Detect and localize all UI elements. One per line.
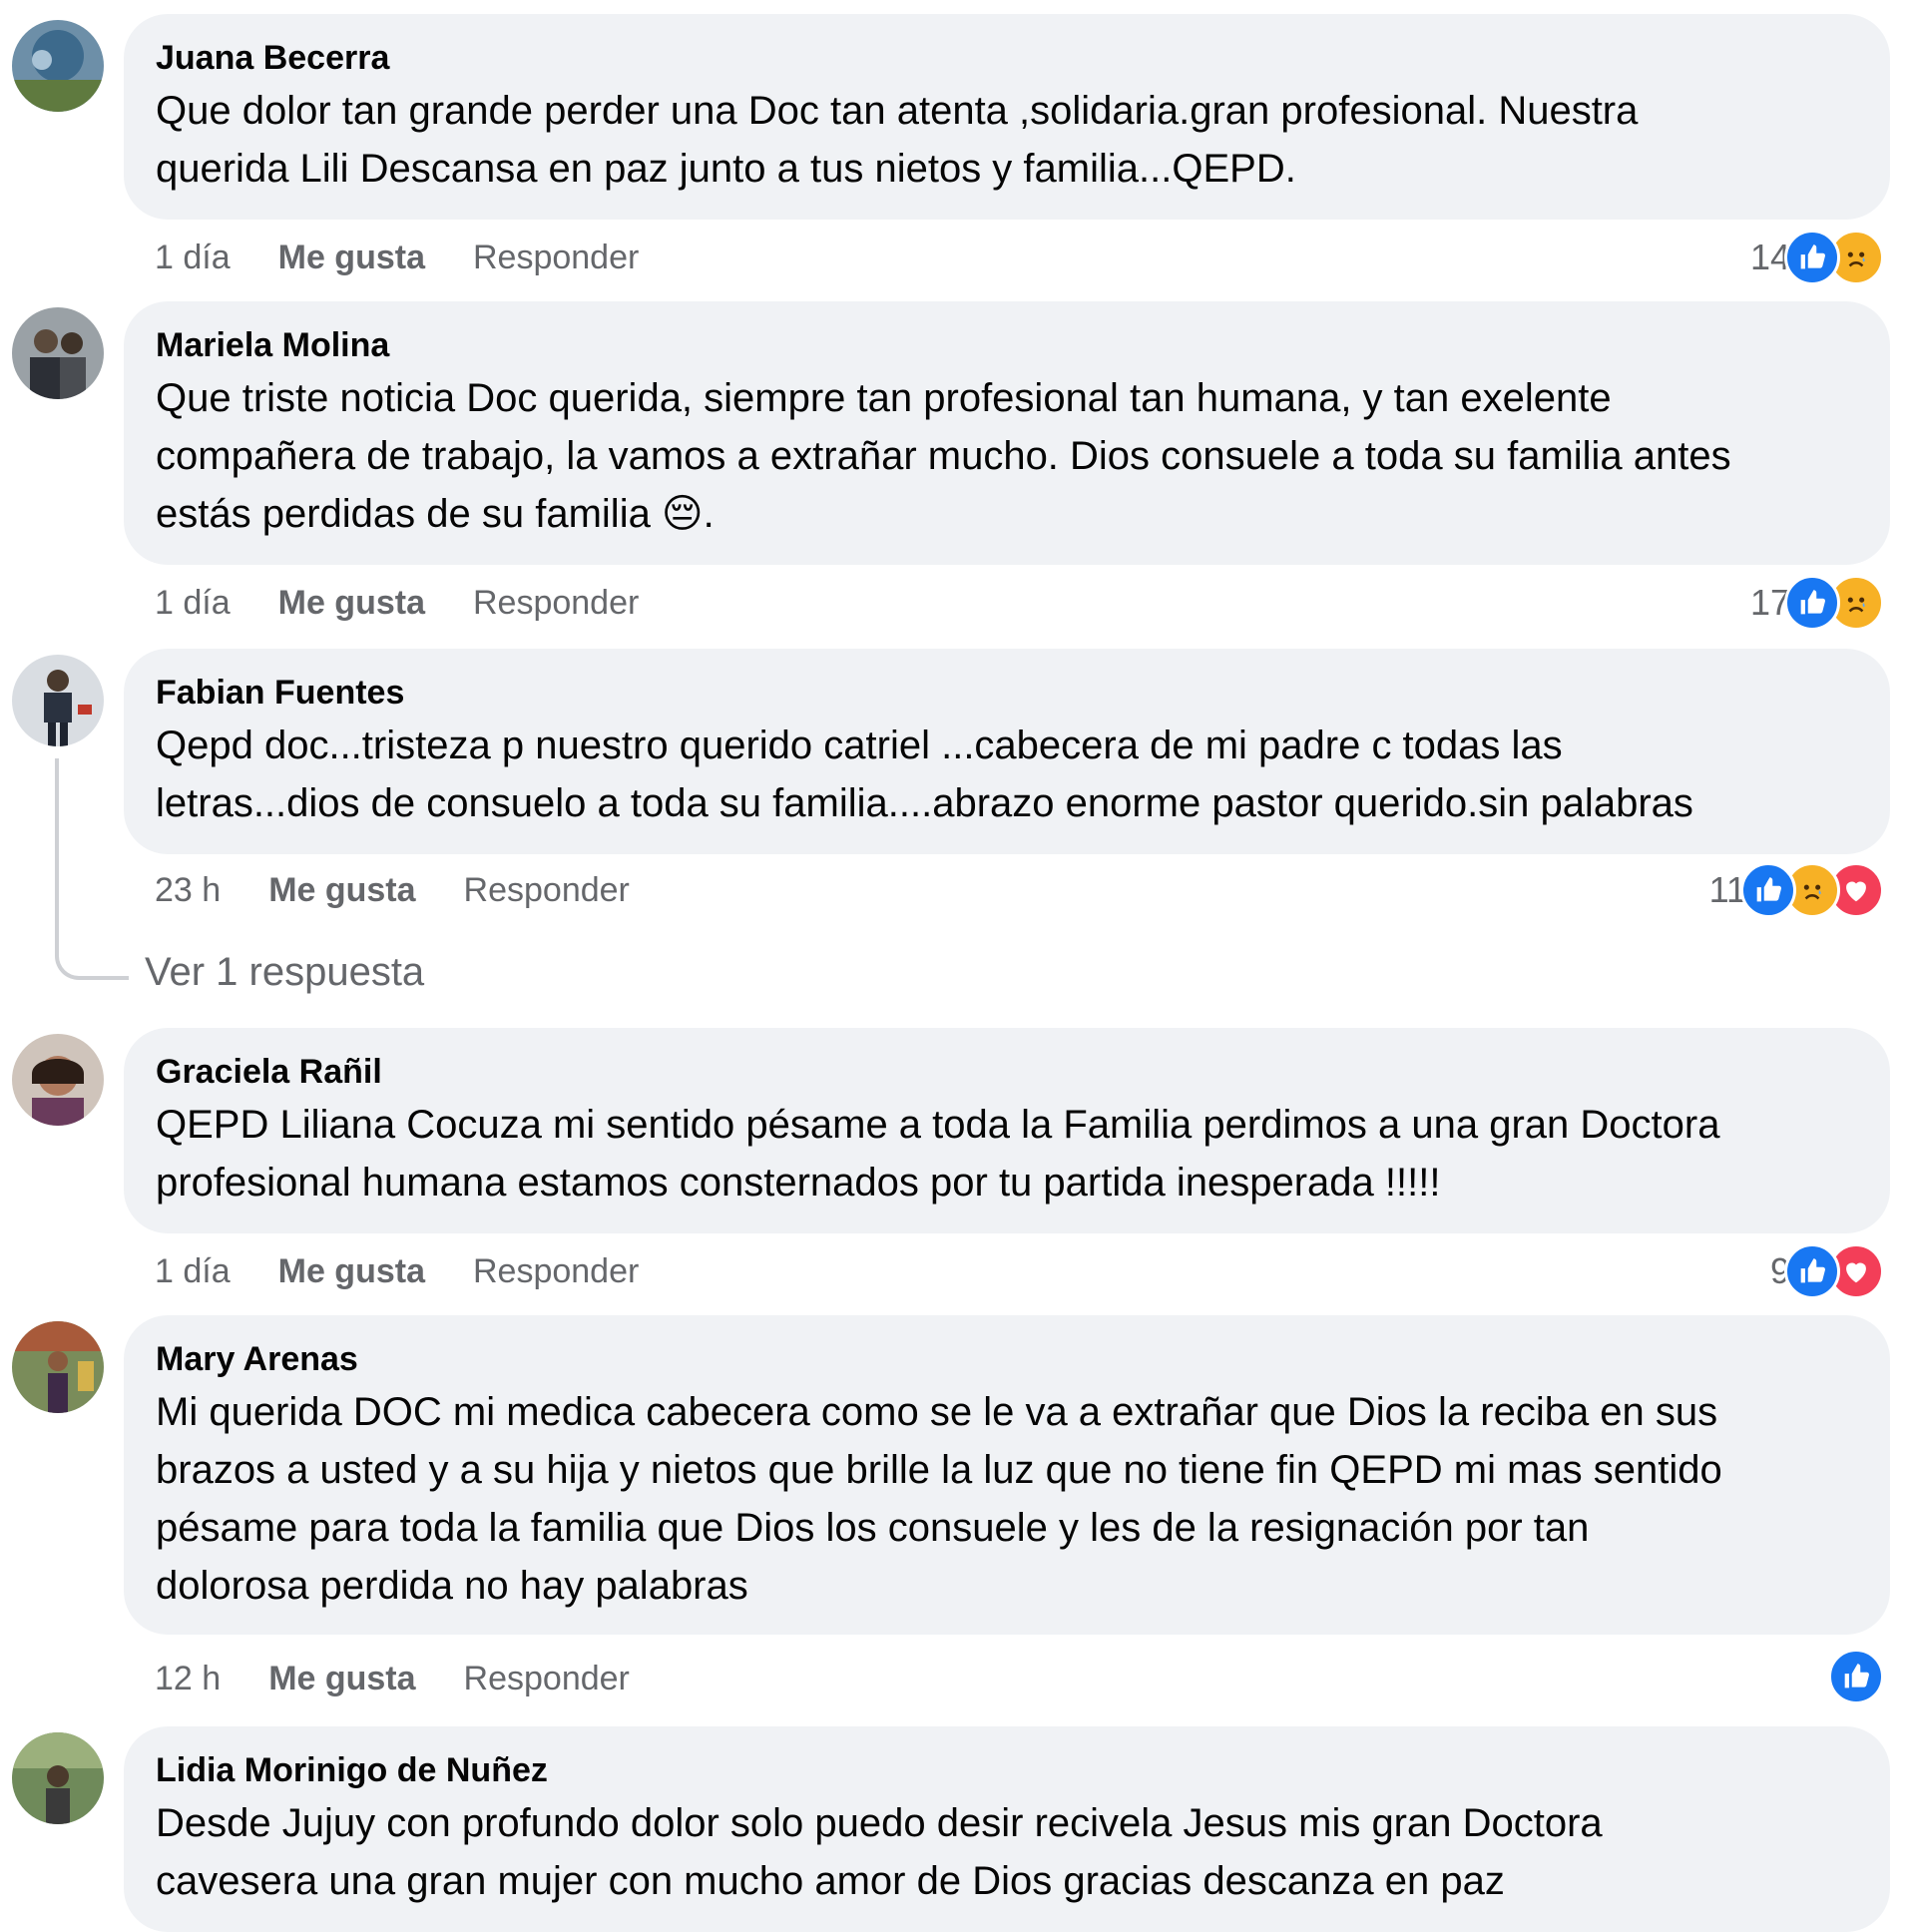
reactions-summary[interactable]: 14 (1750, 230, 1884, 285)
reply-button[interactable]: Responder (464, 871, 630, 910)
reactions-summary[interactable]: 11 (1709, 862, 1884, 918)
comment-timestamp[interactable]: 12 h (155, 1660, 221, 1698)
avatar[interactable] (12, 1732, 104, 1824)
comment-bubble: Juana Becerra Que dolor tan grande perde… (124, 14, 1890, 220)
reactions-summary[interactable] (1828, 1649, 1884, 1704)
reactions-summary[interactable]: 17 (1750, 575, 1884, 631)
comment-line: letras...dios de consuelo a toda su fami… (156, 781, 1693, 825)
thread-connector (55, 758, 129, 980)
reply-button[interactable]: Responder (473, 239, 639, 277)
comment-timestamp[interactable]: 1 día (155, 584, 231, 623)
avatar[interactable] (12, 1321, 104, 1413)
comment-line: Desde Jujuy con profundo dolor solo pued… (156, 1801, 1603, 1845)
like-button[interactable]: Me gusta (278, 239, 425, 277)
view-replies-link[interactable]: Ver 1 respuesta (145, 950, 424, 995)
comment-timestamp[interactable]: 23 h (155, 871, 221, 910)
comment-bubble: Mary Arenas Mi querida DOC mi medica cab… (124, 1315, 1890, 1635)
comment-actions: 1 día Me gusta Responder (155, 581, 639, 625)
like-icon (1784, 1243, 1840, 1299)
reply-button[interactable]: Responder (473, 1252, 639, 1291)
like-icon (1740, 862, 1796, 918)
comment-author[interactable]: Mariela Molina (156, 325, 1858, 365)
comment-bubble: Fabian Fuentes Qepd doc...tristeza p nue… (124, 649, 1890, 854)
like-button[interactable]: Me gusta (268, 871, 415, 910)
comment-actions: 23 h Me gusta Responder (155, 868, 630, 912)
like-button[interactable]: Me gusta (278, 584, 425, 623)
like-icon (1784, 575, 1840, 631)
comment-actions: 12 h Me gusta Responder (155, 1657, 630, 1700)
comment-author[interactable]: Juana Becerra (156, 38, 1858, 78)
reply-button[interactable]: Responder (473, 584, 639, 623)
comment-actions: 1 día Me gusta Responder (155, 1249, 639, 1293)
comment-line: pésame para toda la familia que Dios los… (156, 1506, 1590, 1550)
comment-line: Mi querida DOC mi medica cabecera como s… (156, 1390, 1718, 1434)
comment-line: QEPD Liliana Cocuza mi sentido pésame a … (156, 1103, 1720, 1147)
comment-text: QEPD Liliana Cocuza mi sentido pésame a … (156, 1096, 1858, 1211)
comment-text: Que triste noticia Doc querida, siempre … (156, 369, 1858, 543)
comment-bubble: Mariela Molina Que triste noticia Doc qu… (124, 301, 1890, 565)
avatar[interactable] (12, 655, 104, 746)
comment-line: estás perdidas de su familia 😔. (156, 492, 715, 536)
comment-line: compañera de trabajo, la vamos a extraña… (156, 434, 1731, 478)
like-button[interactable]: Me gusta (268, 1660, 415, 1698)
comment-line: profesional humana estamos consternados … (156, 1161, 1441, 1205)
comment-timestamp[interactable]: 1 día (155, 1252, 231, 1291)
comment-line: cavesera una gran mujer con mucho amor d… (156, 1859, 1505, 1903)
comment-line: Qepd doc...tristeza p nuestro querido ca… (156, 724, 1563, 767)
comment-actions: 1 día Me gusta Responder (155, 236, 639, 279)
comment-text: Qepd doc...tristeza p nuestro querido ca… (156, 717, 1858, 832)
avatar[interactable] (12, 20, 104, 112)
comment-text: Desde Jujuy con profundo dolor solo pued… (156, 1794, 1858, 1910)
avatar[interactable] (12, 1034, 104, 1126)
like-icon (1828, 1649, 1884, 1704)
comment-line: brazos a usted y a su hija y nietos que … (156, 1448, 1722, 1492)
comment-bubble: Lidia Morinigo de Nuñez Desde Jujuy con … (124, 1726, 1890, 1932)
reply-button[interactable]: Responder (464, 1660, 630, 1698)
comment-text: Mi querida DOC mi medica cabecera como s… (156, 1383, 1858, 1615)
comment-text: Que dolor tan grande perder una Doc tan … (156, 82, 1858, 198)
comment-line: Que triste noticia Doc querida, siempre … (156, 376, 1612, 420)
comment-author[interactable]: Lidia Morinigo de Nuñez (156, 1750, 1858, 1790)
comment-line: Que dolor tan grande perder una Doc tan … (156, 89, 1639, 133)
like-icon (1784, 230, 1840, 285)
comment-author[interactable]: Mary Arenas (156, 1339, 1858, 1379)
comment-timestamp[interactable]: 1 día (155, 239, 231, 277)
like-button[interactable]: Me gusta (278, 1252, 425, 1291)
comment-author[interactable]: Fabian Fuentes (156, 673, 1858, 713)
comment-bubble: Graciela Rañil QEPD Liliana Cocuza mi se… (124, 1028, 1890, 1233)
comment-line: dolorosa perdida no hay palabras (156, 1564, 748, 1608)
comment-line: querida Lili Descansa en paz junto a tus… (156, 147, 1296, 191)
reactions-summary[interactable]: 9 (1770, 1243, 1884, 1299)
comment-author[interactable]: Graciela Rañil (156, 1052, 1858, 1092)
avatar[interactable] (12, 307, 104, 399)
